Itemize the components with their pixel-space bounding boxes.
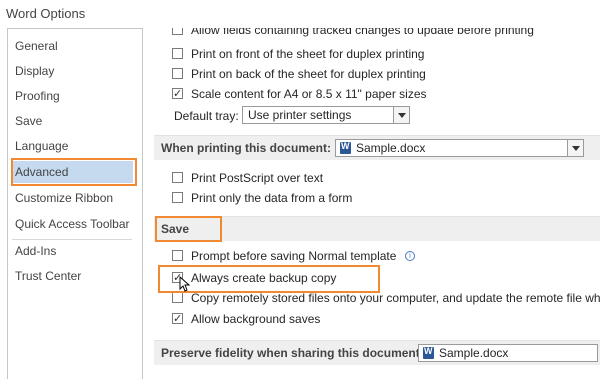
nav-item-display[interactable]: Display <box>15 60 54 82</box>
nav-item-general[interactable]: General <box>15 35 58 57</box>
fidelity-document-dropdown[interactable]: Sample.docx <box>418 344 598 362</box>
word-document-icon <box>423 346 434 359</box>
mouse-pointer-icon <box>179 276 191 292</box>
default-tray-dropdown[interactable]: Use printer settings <box>242 106 410 124</box>
window-title: Word Options <box>6 6 86 21</box>
nav-item-quick-access-toolbar[interactable]: Quick Access Toolbar <box>15 213 130 235</box>
nav-item-proofing[interactable]: Proofing <box>15 85 60 107</box>
checkbox[interactable] <box>172 28 183 35</box>
chevron-down-icon[interactable] <box>393 107 409 123</box>
checkbox-checked[interactable] <box>172 85 183 103</box>
word-document-icon <box>340 141 351 154</box>
nav-item-save[interactable]: Save <box>15 110 42 132</box>
checkbox[interactable] <box>172 250 183 261</box>
checkbox[interactable] <box>172 292 183 303</box>
checkbox-checked[interactable] <box>172 310 183 328</box>
when-printing-document-dropdown[interactable]: Sample.docx <box>335 139 584 157</box>
nav-item-add-ins[interactable]: Add-Ins <box>15 240 56 262</box>
save-section-highlight-box <box>155 216 222 242</box>
nav-item-trust-center[interactable]: Trust Center <box>15 265 81 287</box>
checkbox[interactable] <box>172 172 183 183</box>
title-bar: Word Options <box>0 0 600 28</box>
info-icon[interactable]: i <box>405 251 415 261</box>
checkbox[interactable] <box>172 48 183 59</box>
section-when-printing: When printing this document: Sample.docx <box>154 135 600 160</box>
default-tray-label: Default tray: <box>174 109 239 123</box>
chevron-down-icon[interactable] <box>567 140 583 156</box>
advanced-options-pane: Allow fields containing tracked changes … <box>150 28 600 378</box>
nav-item-customize-ribbon[interactable]: Customize Ribbon <box>15 187 113 209</box>
nav-item-language[interactable]: Language <box>15 135 68 157</box>
advanced-highlight-box <box>11 158 137 186</box>
backup-option-highlight-box <box>158 265 380 293</box>
options-nav: General Display Proofing Save Language A… <box>7 28 143 379</box>
section-preserve-fidelity: Preserve fidelity when sharing this docu… <box>154 340 600 365</box>
checkbox[interactable] <box>172 192 183 203</box>
checkbox[interactable] <box>172 68 183 79</box>
